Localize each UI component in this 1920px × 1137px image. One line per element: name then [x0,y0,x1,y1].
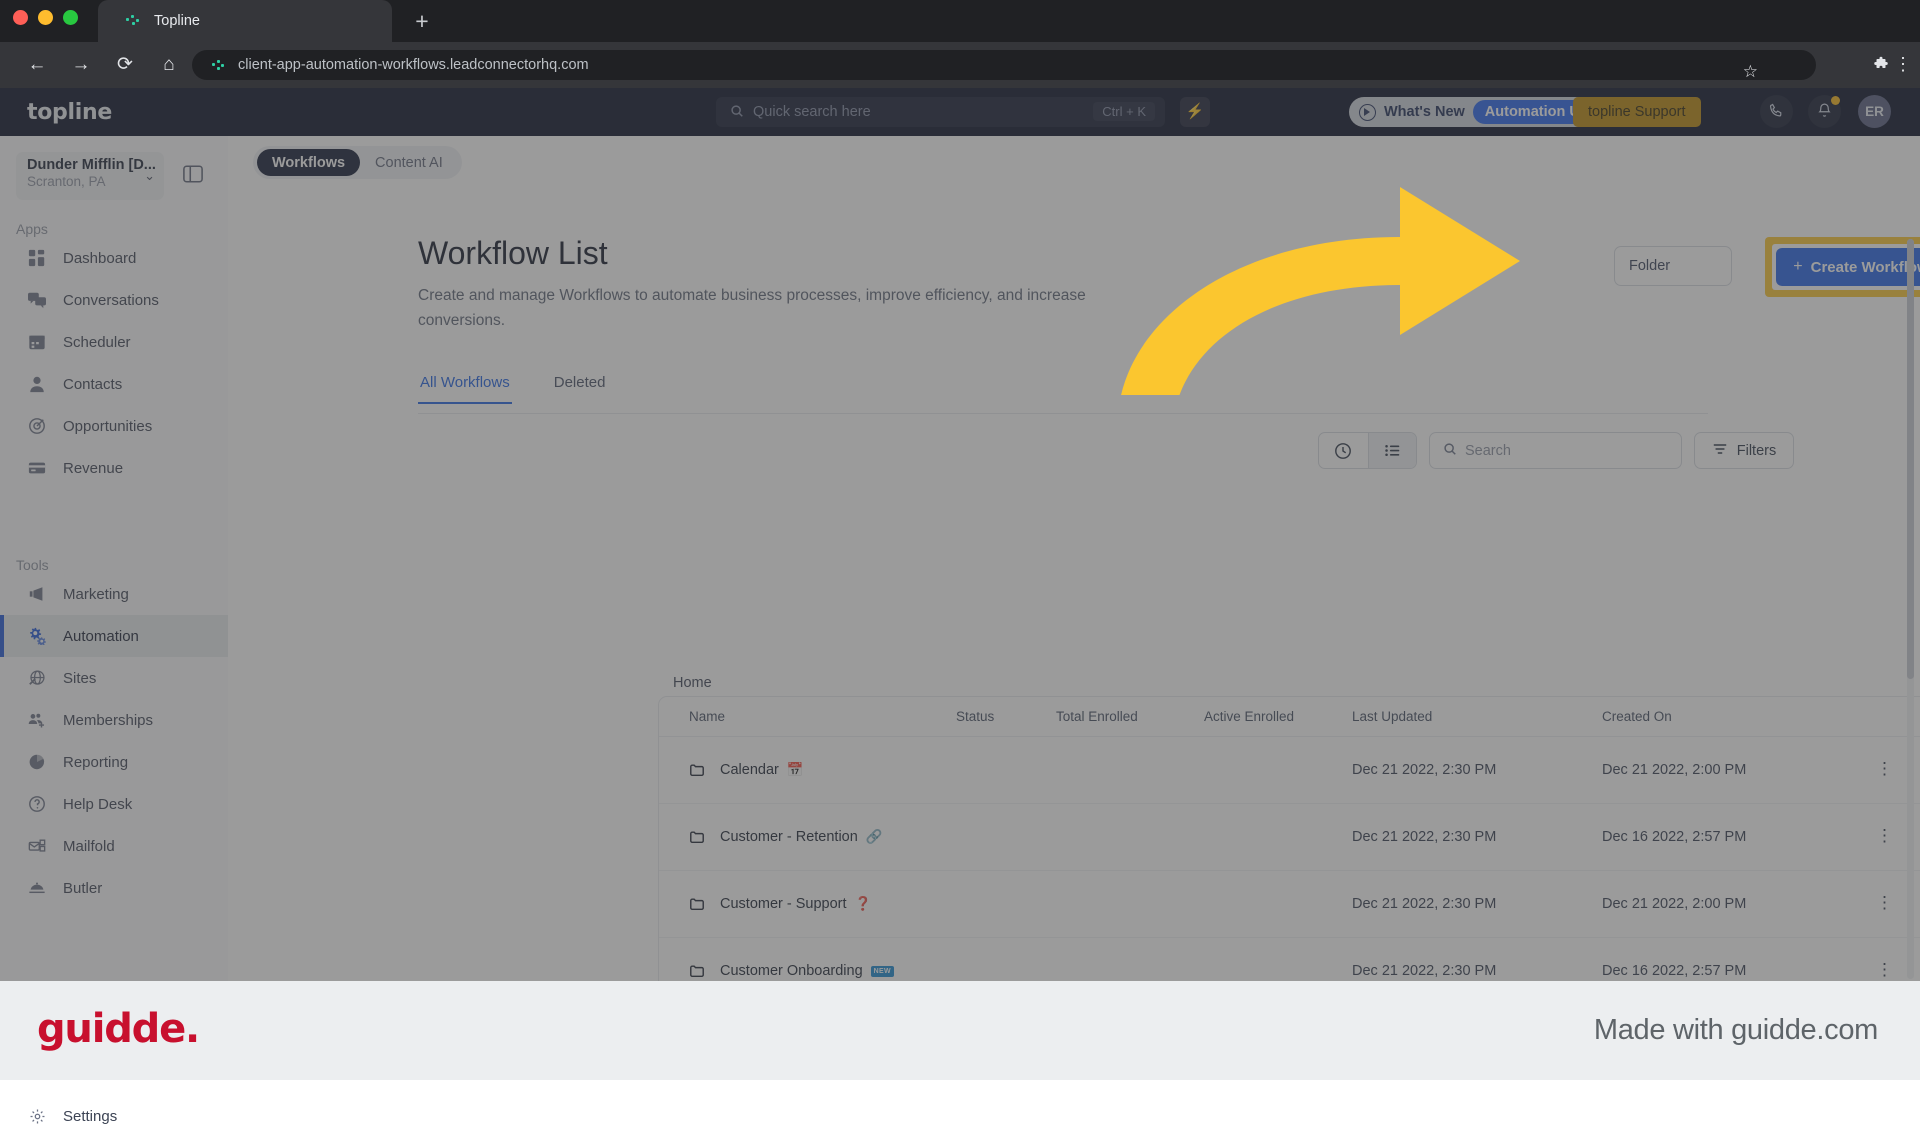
guidance-arrow [1121,187,1520,395]
guidde-logo: guidde. [37,1006,200,1052]
address-bar-url: client-app-automation-workflows.leadconn… [238,57,589,73]
browser-menu-icon[interactable]: ⋮ [1894,53,1912,75]
new-tab-button[interactable]: + [405,4,439,38]
footer: guidde. Made with guidde.com [0,981,1920,1080]
window-minimize-button[interactable] [38,10,53,25]
made-with-guidde-text: Made with guidde.com [1593,1014,1878,1046]
browser-tab-title: Topline [154,13,200,29]
sidebar-item-settings[interactable]: Settings [0,1095,228,1137]
gear-icon [26,1108,48,1125]
forward-icon[interactable]: → [64,48,98,82]
reload-icon[interactable]: ⟳ [108,48,142,82]
sidebar-item-label: Settings [63,1107,118,1125]
browser-chrome: Topline + ← → ⟳ ⌂ client-app-automation-… [0,0,1920,88]
back-icon[interactable]: ← [20,48,54,82]
home-icon[interactable]: ⌂ [152,48,186,82]
browser-tab-strip: Topline + [0,0,1920,42]
bookmark-star-icon[interactable]: ☆ [1743,62,1758,82]
browser-toolbar: ← → ⟳ ⌂ client-app-automation-workflows.… [0,42,1920,88]
extensions-puzzle-icon[interactable] [1872,56,1890,74]
window-close-button[interactable] [13,10,28,25]
window-maximize-button[interactable] [63,10,78,25]
topline-favicon-icon [126,13,142,29]
browser-tab[interactable]: Topline [98,0,392,42]
site-favicon-icon [212,58,226,72]
address-bar[interactable]: client-app-automation-workflows.leadconn… [192,50,1816,82]
